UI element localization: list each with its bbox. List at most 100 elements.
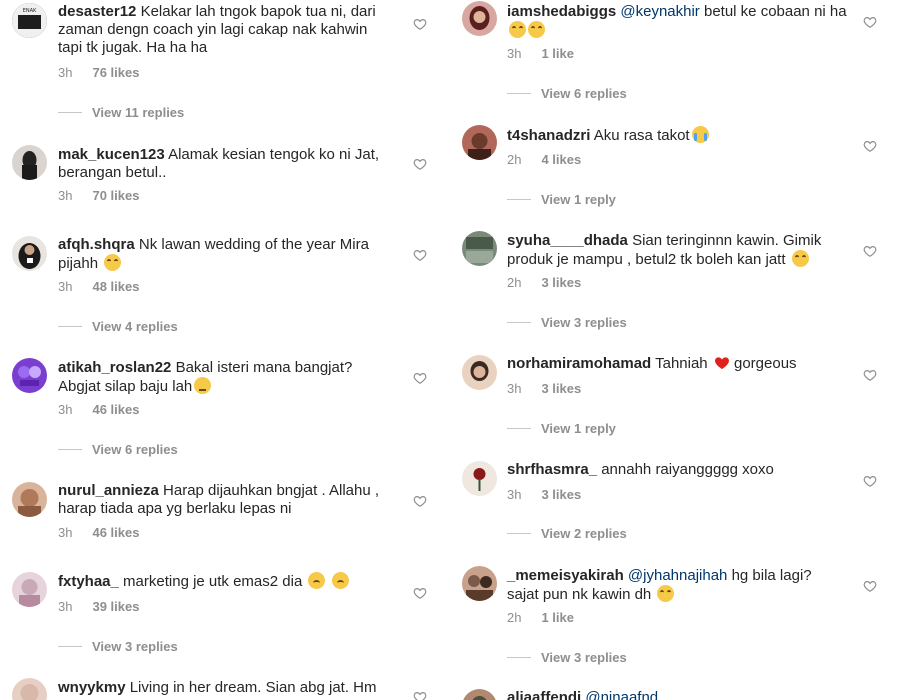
like-count[interactable]: 1 like bbox=[541, 610, 574, 625]
timestamp[interactable]: 3h bbox=[58, 599, 72, 614]
avatar[interactable] bbox=[462, 461, 497, 496]
username[interactable]: syuha____dhada bbox=[507, 232, 628, 249]
username[interactable]: atikah_roslan22 bbox=[58, 359, 171, 376]
username[interactable]: _memeisyakirah bbox=[507, 567, 624, 584]
view-replies-button[interactable]: View 4 replies bbox=[58, 319, 178, 334]
timestamp[interactable]: 3h bbox=[58, 65, 72, 80]
like-count[interactable]: 4 likes bbox=[541, 152, 581, 167]
view-replies-button[interactable]: View 3 replies bbox=[58, 639, 178, 654]
like-count[interactable]: 1 like bbox=[541, 46, 574, 61]
comment-meta: 3h 1 like bbox=[507, 46, 574, 61]
avatar[interactable] bbox=[12, 145, 47, 180]
comment-body: Aku rasa takot bbox=[593, 127, 690, 144]
heart-icon[interactable] bbox=[863, 244, 877, 258]
timestamp[interactable]: 3h bbox=[58, 279, 72, 294]
view-replies-button[interactable]: View 3 replies bbox=[507, 315, 627, 330]
avatar[interactable] bbox=[462, 1, 497, 36]
like-count[interactable]: 3 likes bbox=[541, 487, 581, 502]
avatar[interactable] bbox=[12, 678, 47, 700]
username[interactable]: afqh.shqra bbox=[58, 236, 135, 253]
username[interactable]: aliaaffendi bbox=[507, 689, 581, 700]
like-count[interactable]: 76 likes bbox=[92, 65, 139, 80]
like-count[interactable]: 3 likes bbox=[541, 275, 581, 290]
avatar[interactable] bbox=[12, 572, 47, 607]
heart-icon[interactable] bbox=[413, 690, 427, 700]
right-comment-column: iamshedabiggs @keynakhir betul ke cobaan… bbox=[450, 0, 900, 700]
comment-text: _memeisyakirah @jyhahnajihah hg bila lag… bbox=[507, 567, 847, 604]
view-replies-button[interactable]: View 6 replies bbox=[507, 86, 627, 101]
timestamp[interactable]: 3h bbox=[507, 487, 521, 502]
replies-label: View 3 replies bbox=[92, 639, 178, 654]
timestamp[interactable]: 3h bbox=[507, 46, 521, 61]
avatar[interactable] bbox=[12, 358, 47, 393]
mention-link[interactable]: @jyhahnajihah bbox=[628, 567, 727, 584]
heart-icon[interactable] bbox=[863, 474, 877, 488]
timestamp[interactable]: 2h bbox=[507, 610, 521, 625]
comment-text: nurul_annieza Harap dijauhkan bngjat . A… bbox=[58, 482, 393, 518]
comment-text: iamshedabiggs @keynakhir betul ke cobaan… bbox=[507, 3, 847, 40]
timestamp[interactable]: 2h bbox=[507, 152, 521, 167]
username[interactable]: iamshedabiggs bbox=[507, 3, 616, 20]
replies-label: View 2 replies bbox=[541, 526, 627, 541]
avatar[interactable] bbox=[12, 482, 47, 517]
avatar[interactable] bbox=[462, 231, 497, 266]
avatar[interactable] bbox=[462, 689, 497, 700]
divider bbox=[507, 657, 531, 658]
comment-text: wnyykmy Living in her dream. Sian abg ja… bbox=[58, 679, 393, 697]
divider bbox=[58, 326, 82, 327]
timestamp[interactable]: 3h bbox=[507, 381, 521, 396]
comment-meta: 3h 3 likes bbox=[507, 487, 581, 502]
timestamp[interactable]: 2h bbox=[507, 275, 521, 290]
like-count[interactable]: 48 likes bbox=[92, 279, 139, 294]
comment-meta: 3h 39 likes bbox=[58, 599, 139, 614]
username[interactable]: norhamiramohamad bbox=[507, 355, 651, 372]
view-replies-button[interactable]: View 6 replies bbox=[58, 442, 178, 457]
username[interactable]: wnyykmy bbox=[58, 679, 126, 696]
view-replies-button[interactable]: View 2 replies bbox=[507, 526, 627, 541]
heart-icon[interactable] bbox=[413, 248, 427, 262]
comment-body: gorgeous bbox=[734, 355, 797, 372]
view-replies-button[interactable]: View 1 reply bbox=[507, 421, 616, 436]
username[interactable]: desaster12 bbox=[58, 3, 136, 20]
heart-icon[interactable] bbox=[413, 371, 427, 385]
username[interactable]: fxtyhaa_ bbox=[58, 573, 119, 590]
heart-icon[interactable] bbox=[863, 15, 877, 29]
timestamp[interactable]: 3h bbox=[58, 525, 72, 540]
heart-icon[interactable] bbox=[863, 579, 877, 593]
avatar[interactable] bbox=[462, 566, 497, 601]
view-replies-button[interactable]: View 1 reply bbox=[507, 192, 616, 207]
username[interactable]: nurul_annieza bbox=[58, 482, 159, 499]
username[interactable]: shrfhasmra_ bbox=[507, 461, 597, 478]
laughing-emoji-icon bbox=[657, 585, 675, 602]
heart-icon[interactable] bbox=[863, 368, 877, 382]
avatar[interactable]: ENAK bbox=[12, 3, 47, 38]
like-count[interactable]: 39 likes bbox=[92, 599, 139, 614]
timestamp[interactable]: 3h bbox=[58, 402, 72, 417]
view-replies-button[interactable]: View 3 replies bbox=[507, 650, 627, 665]
like-count[interactable]: 46 likes bbox=[92, 525, 139, 540]
username[interactable]: t4shanadzri bbox=[507, 127, 590, 144]
view-replies-button[interactable]: View 11 replies bbox=[58, 105, 184, 120]
heart-icon[interactable] bbox=[413, 494, 427, 508]
red-heart-emoji-icon bbox=[714, 357, 729, 369]
username[interactable]: mak_kucen123 bbox=[58, 146, 165, 163]
mention-link[interactable]: @keynakhir bbox=[620, 3, 699, 20]
like-count[interactable]: 3 likes bbox=[541, 381, 581, 396]
avatar[interactable] bbox=[12, 236, 47, 271]
mention-link[interactable]: @ninaafnd bbox=[585, 689, 658, 700]
avatar[interactable] bbox=[462, 355, 497, 390]
heart-icon[interactable] bbox=[413, 157, 427, 171]
sad-emoji-icon bbox=[308, 572, 326, 589]
laughing-emoji-icon bbox=[528, 21, 545, 38]
timestamp[interactable]: 3h bbox=[58, 188, 72, 203]
like-count[interactable]: 70 likes bbox=[92, 188, 139, 203]
comment-meta: 3h 70 likes bbox=[58, 188, 139, 203]
heart-icon[interactable] bbox=[863, 139, 877, 153]
avatar[interactable] bbox=[462, 125, 497, 160]
heart-icon[interactable] bbox=[413, 586, 427, 600]
replies-label: View 6 replies bbox=[541, 86, 627, 101]
like-count[interactable]: 46 likes bbox=[92, 402, 139, 417]
divider bbox=[507, 428, 531, 429]
heart-icon[interactable] bbox=[413, 17, 427, 31]
comment-meta: 2h 4 likes bbox=[507, 152, 581, 167]
